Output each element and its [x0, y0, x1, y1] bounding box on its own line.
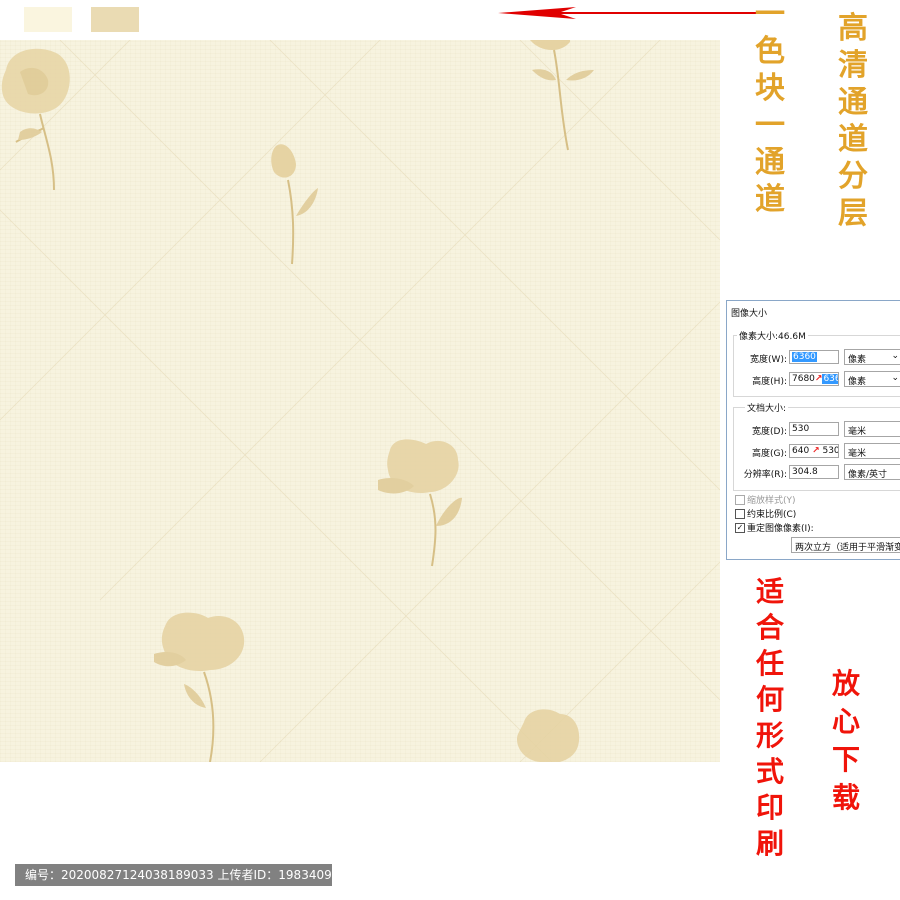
- annotation-char: 下: [832, 743, 861, 776]
- height-field[interactable]: 7680↗6360: [789, 372, 839, 386]
- annotation-char: 合: [756, 611, 785, 644]
- annotation-char: 何: [756, 683, 785, 716]
- resolution-field[interactable]: 304.8: [789, 465, 839, 479]
- pixel-dimensions-group: [733, 335, 900, 397]
- flower-bud: [271, 144, 318, 265]
- width-label: 宽度(W):: [750, 355, 787, 365]
- flower-center: [378, 439, 462, 567]
- annotation-char: 通: [755, 145, 785, 180]
- checkbox-box: [735, 508, 745, 519]
- chevron-down-icon: ⌄: [891, 373, 899, 383]
- chevron-down-icon: ⌄: [891, 351, 899, 361]
- doc-width-field[interactable]: 530: [789, 422, 839, 436]
- doc-height-field[interactable]: 640 ↗ 530: [789, 444, 839, 458]
- annotation-char: 放: [832, 667, 861, 700]
- flower-top-right: [530, 40, 594, 151]
- wallpaper-pattern-canvas: [0, 40, 720, 762]
- annotation-char: 分: [838, 159, 868, 194]
- image-size-dialog: 图像大小 像素大小:46.6M 宽度(W): 6360 像素 ⌄ 高度(H): 7…: [726, 300, 900, 560]
- annotation-char: 通: [838, 85, 868, 120]
- annotation-red-column-1: 适合任何形式印刷: [756, 578, 784, 858]
- doc-width-unit-select[interactable]: 毫米: [844, 421, 900, 437]
- resolution-label: 分辨率(R):: [743, 470, 787, 480]
- dialog-title: 图像大小: [731, 309, 768, 319]
- resample-image-checkbox[interactable]: ✓ 重定图像像素(I):: [735, 521, 814, 534]
- annotation-char: 高: [838, 11, 868, 46]
- resolution-unit-select[interactable]: 像素/英寸: [844, 464, 900, 480]
- width-field[interactable]: 6360: [789, 350, 839, 364]
- annotation-char: 载: [832, 781, 861, 814]
- annotation-char: 一: [755, 108, 785, 143]
- annotation-char: 清: [838, 48, 868, 83]
- color-swatch-tan: [91, 7, 139, 32]
- scale-styles-checkbox[interactable]: 缩放样式(Y): [735, 493, 796, 506]
- annotation-char: 适: [756, 575, 785, 608]
- annotation-red-column-2: 放心下载: [832, 670, 860, 812]
- annotation-char: 刷: [756, 827, 785, 860]
- doc-height-label: 高度(G):: [751, 449, 787, 459]
- annotation-gold-column-2: 高清通道分层: [838, 14, 868, 229]
- annotation-gold-column-1: 一色块一通道: [755, 0, 785, 215]
- height-unit-select[interactable]: 像素 ⌄: [844, 371, 900, 387]
- doc-width-label: 宽度(D):: [752, 427, 787, 437]
- checkmark-icon: ✓: [735, 522, 745, 533]
- annotation-char: 道: [755, 182, 785, 217]
- resample-method-select[interactable]: 两次立方（适用于平滑渐变: [791, 537, 900, 553]
- annotation-char: 色: [755, 34, 785, 69]
- width-unit-select[interactable]: 像素 ⌄: [844, 349, 900, 365]
- height-label: 高度(H):: [752, 377, 787, 387]
- annotation-char: 印: [756, 791, 785, 824]
- annotation-char: 一: [755, 0, 785, 32]
- annotation-char: 式: [756, 755, 785, 788]
- annotation-char: 任: [756, 647, 785, 680]
- red-arrow-icon: [498, 7, 760, 19]
- flower-bottom-right: [517, 709, 580, 762]
- flower-top-left: [1, 48, 70, 114]
- annotation-char: 形: [756, 719, 785, 752]
- color-swatch-light: [24, 7, 72, 32]
- annotation-char: 道: [838, 122, 868, 157]
- constrain-proportions-checkbox[interactable]: 约束比例(C): [735, 507, 796, 520]
- annotation-char: 心: [832, 705, 861, 738]
- doc-height-unit-select[interactable]: 毫米: [844, 443, 900, 459]
- annotation-char: 块: [755, 71, 785, 106]
- checkbox-box: [735, 494, 745, 505]
- annotation-char: 层: [838, 196, 868, 231]
- image-info-footer: 编号：20200827124038189033 上传者ID：1983409: [15, 864, 332, 886]
- document-size-label: 文档大小:: [745, 401, 789, 414]
- floral-pattern-art: [0, 40, 720, 762]
- flower-bottom-left: [154, 612, 245, 762]
- pixel-dimensions-label: 像素大小:46.6M: [737, 329, 808, 342]
